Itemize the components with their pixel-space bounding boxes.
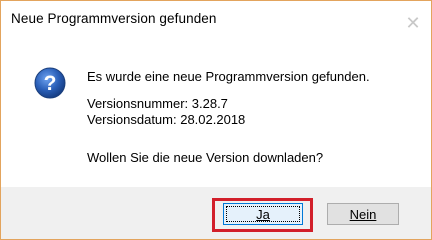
question-icon: ? <box>34 67 66 99</box>
no-button[interactable]: Nein <box>327 203 399 225</box>
svg-text:?: ? <box>44 72 57 95</box>
no-button-label: Nein <box>349 207 377 222</box>
message-text: Es wurde eine neue Programmversion gefun… <box>87 69 370 84</box>
version-number-text: Versionsnummer: 3.28.7 <box>87 96 228 111</box>
dialog-title: Neue Programmversion gefunden <box>11 11 217 26</box>
question-text: Wollen Sie die neue Version downladen? <box>87 150 324 165</box>
highlight-box <box>212 198 313 232</box>
dialog-content: ? Es wurde eine neue Programmversion gef… <box>1 43 431 187</box>
version-date-text: Versionsdatum: 28.02.2018 <box>87 112 246 127</box>
close-icon[interactable]: ✕ <box>403 13 423 33</box>
title-bar[interactable]: Neue Programmversion gefunden ✕ <box>1 1 431 43</box>
